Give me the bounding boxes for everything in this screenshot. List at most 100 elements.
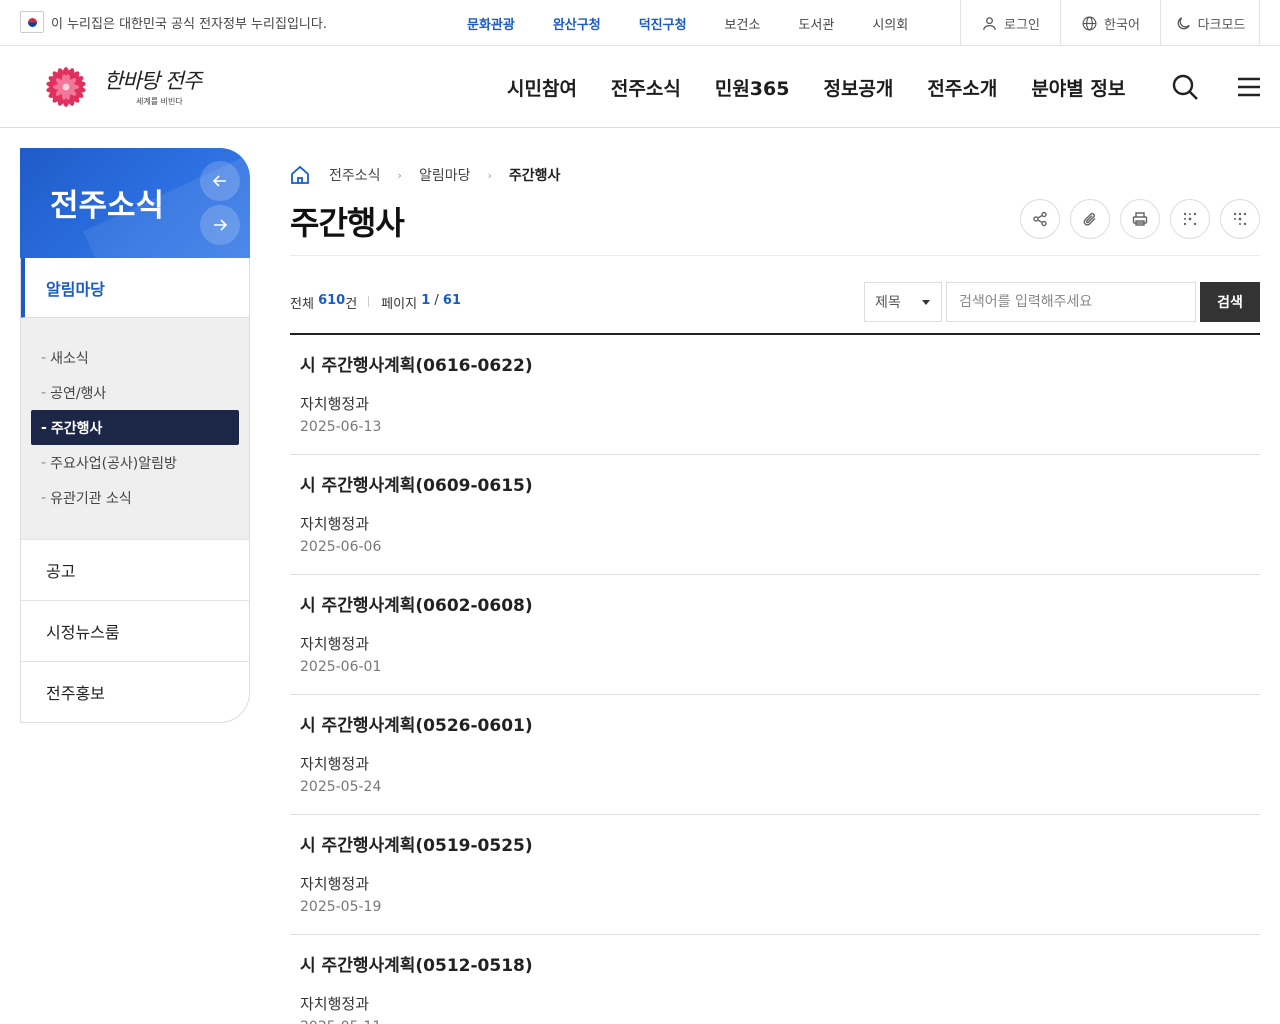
share-button[interactable]: [1020, 199, 1060, 239]
related-sites: 문화관광 완산구청 덕진구청 보건소 도서관 시의회: [448, 0, 927, 46]
zoom-out-button[interactable]: [1170, 199, 1210, 239]
logo-slogan: 세계를 비빈다: [136, 97, 183, 106]
home-icon[interactable]: [290, 165, 310, 185]
post-title[interactable]: 시 주간행사계획(0616-0622): [300, 351, 533, 376]
chevron-right-icon: ›: [487, 168, 492, 182]
list-item[interactable]: 시 주간행사계획(0512-0518) 자치행정과 2025-05-11: [290, 935, 1260, 1024]
post-title[interactable]: 시 주간행사계획(0512-0518): [300, 951, 533, 976]
attach-button[interactable]: [1070, 199, 1110, 239]
sidebar-title: 전주소식: [50, 188, 165, 224]
list-item[interactable]: 시 주간행사계획(0526-0601) 자치행정과 2025-05-24: [290, 695, 1260, 815]
post-title[interactable]: 시 주간행사계획(0602-0608): [300, 591, 533, 616]
gov-notice: 이 누리집은 대한민국 공식 전자정부 누리집입니다.: [20, 11, 327, 33]
page-separator: /: [430, 293, 443, 308]
page-current: 1: [421, 293, 431, 308]
post-title[interactable]: 시 주간행사계획(0526-0601): [300, 711, 533, 736]
globe-icon: [1082, 16, 1097, 30]
attach-icon: [1083, 212, 1096, 226]
submenu-item-weekly[interactable]: - 주간행사: [31, 410, 239, 445]
submenu-item-agencies[interactable]: - 유관기관 소식: [31, 480, 239, 515]
list-count: 전체 610 건 페이지 1 / 61: [290, 293, 461, 312]
total-label: 전체: [290, 297, 314, 312]
site-link-wansan[interactable]: 완산구청: [534, 0, 620, 46]
site-link-deokjin[interactable]: 덕진구청: [620, 0, 706, 46]
print-icon: [1132, 212, 1148, 226]
nav-item-news[interactable]: 전주소식: [594, 46, 698, 128]
nav-item-participation[interactable]: 시민참여: [490, 46, 594, 128]
next-section-button[interactable]: [200, 205, 240, 245]
language-label: 한국어: [1104, 17, 1140, 33]
zoom-in-button[interactable]: [1220, 199, 1260, 239]
breadcrumb-current: 주간행사: [508, 168, 561, 184]
site-link-council[interactable]: 시의회: [853, 0, 927, 46]
chevron-right-icon: ›: [397, 168, 402, 182]
list-item[interactable]: 시 주간행사계획(0519-0525) 자치행정과 2025-05-19: [290, 815, 1260, 935]
submenu-item-events[interactable]: - 공연/행사: [31, 375, 239, 410]
post-date: 2025-05-11: [300, 1019, 381, 1024]
arrow-left-icon: [212, 175, 226, 187]
search-field-select[interactable]: 제목: [864, 282, 942, 322]
nav-item-fields[interactable]: 분야별 정보: [1014, 46, 1142, 128]
zoom-in-icon: [1233, 212, 1247, 226]
post-department: 자치행정과: [300, 875, 370, 893]
page-label: 페이지: [381, 297, 418, 312]
menu-icon[interactable]: [1236, 74, 1262, 100]
dark-mode-label: 다크모드: [1197, 17, 1246, 33]
site-link-health[interactable]: 보건소: [706, 0, 780, 46]
list-item[interactable]: 시 주간행사계획(0602-0608) 자치행정과 2025-06-01: [290, 575, 1260, 695]
nav-item-disclosure[interactable]: 정보공개: [806, 46, 910, 128]
post-date: 2025-06-13: [300, 419, 382, 435]
title-divider: [290, 255, 1260, 256]
submenu-item-projects[interactable]: - 주요사업(공사)알림방: [31, 445, 239, 480]
login-button[interactable]: 로그인: [960, 0, 1060, 46]
page-title: 주간행사: [290, 204, 405, 242]
sidebar: 전주소식 알림마당 - 새소식 - 공연/행사 - 주간행사 - 주요사업(공사)알림방…: [20, 148, 250, 723]
print-button[interactable]: [1120, 199, 1160, 239]
sidebar-item-announcements[interactable]: 공고: [21, 539, 249, 600]
sidebar-submenu: - 새소식 - 공연/행사 - 주간행사 - 주요사업(공사)알림방 - 유관기관 소식: [21, 318, 249, 539]
sidebar-header: 전주소식: [20, 148, 250, 258]
post-list: 시 주간행사계획(0616-0622) 자치행정과 2025-06-13 시 주…: [290, 333, 1260, 1024]
post-title[interactable]: 시 주간행사계획(0609-0615): [300, 471, 533, 496]
prev-section-button[interactable]: [200, 161, 240, 201]
korea-flag-icon: [20, 11, 44, 33]
breadcrumb-level1[interactable]: 전주소식: [329, 165, 381, 185]
post-department: 자치행정과: [300, 635, 370, 653]
post-date: 2025-06-01: [300, 659, 382, 675]
site-link-culture[interactable]: 문화관광: [448, 0, 534, 46]
post-department: 자치행정과: [300, 395, 370, 413]
arrow-right-icon: [214, 219, 228, 231]
user-icon: [983, 16, 996, 30]
sidebar-item-newsroom[interactable]: 시정뉴스룸: [21, 600, 249, 661]
utility-menu: 로그인 한국어 다크모드: [960, 0, 1260, 46]
search-field-value: 제목: [875, 295, 901, 311]
sidebar-item-notice-board[interactable]: 알림마당: [21, 258, 249, 318]
list-item[interactable]: 시 주간행사계획(0609-0615) 자치행정과 2025-06-06: [290, 455, 1260, 575]
gov-notice-text[interactable]: 이 누리집은 대한민국 공식 전자정부 누리집입니다.: [51, 13, 327, 32]
dark-mode-button[interactable]: 다크모드: [1160, 0, 1260, 46]
sidebar-menu: 알림마당 - 새소식 - 공연/행사 - 주간행사 - 주요사업(공사)알림방 - 유관기…: [20, 258, 250, 723]
search-icon[interactable]: [1170, 72, 1200, 102]
search-form: 제목 검색: [864, 282, 1260, 322]
site-link-library[interactable]: 도서관: [779, 0, 853, 46]
post-date: 2025-06-06: [300, 539, 382, 555]
main-nav: 시민참여 전주소식 민원365 정보공개 전주소개 분야별 정보: [490, 46, 1142, 128]
total-unit: 건: [345, 297, 358, 312]
search-input[interactable]: [946, 282, 1196, 322]
post-date: 2025-05-19: [300, 899, 382, 915]
flower-logo-icon: [46, 67, 86, 107]
site-logo[interactable]: 한바탕 전주 세계를 비빈다: [32, 58, 202, 114]
post-title[interactable]: 시 주간행사계획(0519-0525): [300, 831, 533, 856]
language-button[interactable]: 한국어: [1060, 0, 1160, 46]
submenu-item-news[interactable]: - 새소식: [31, 340, 239, 375]
moon-icon: [1177, 16, 1190, 29]
login-label: 로그인: [1004, 17, 1040, 33]
search-button[interactable]: 검색: [1200, 282, 1260, 322]
sidebar-item-promotion[interactable]: 전주홍보: [21, 661, 249, 722]
breadcrumb: 전주소식 › 알림마당 › 주간행사: [290, 164, 560, 186]
nav-item-about[interactable]: 전주소개: [910, 46, 1014, 128]
share-icon: [1033, 211, 1047, 227]
nav-item-civil365[interactable]: 민원365: [698, 46, 807, 128]
breadcrumb-level2[interactable]: 알림마당: [419, 165, 471, 185]
list-item[interactable]: 시 주간행사계획(0616-0622) 자치행정과 2025-06-13: [290, 335, 1260, 455]
